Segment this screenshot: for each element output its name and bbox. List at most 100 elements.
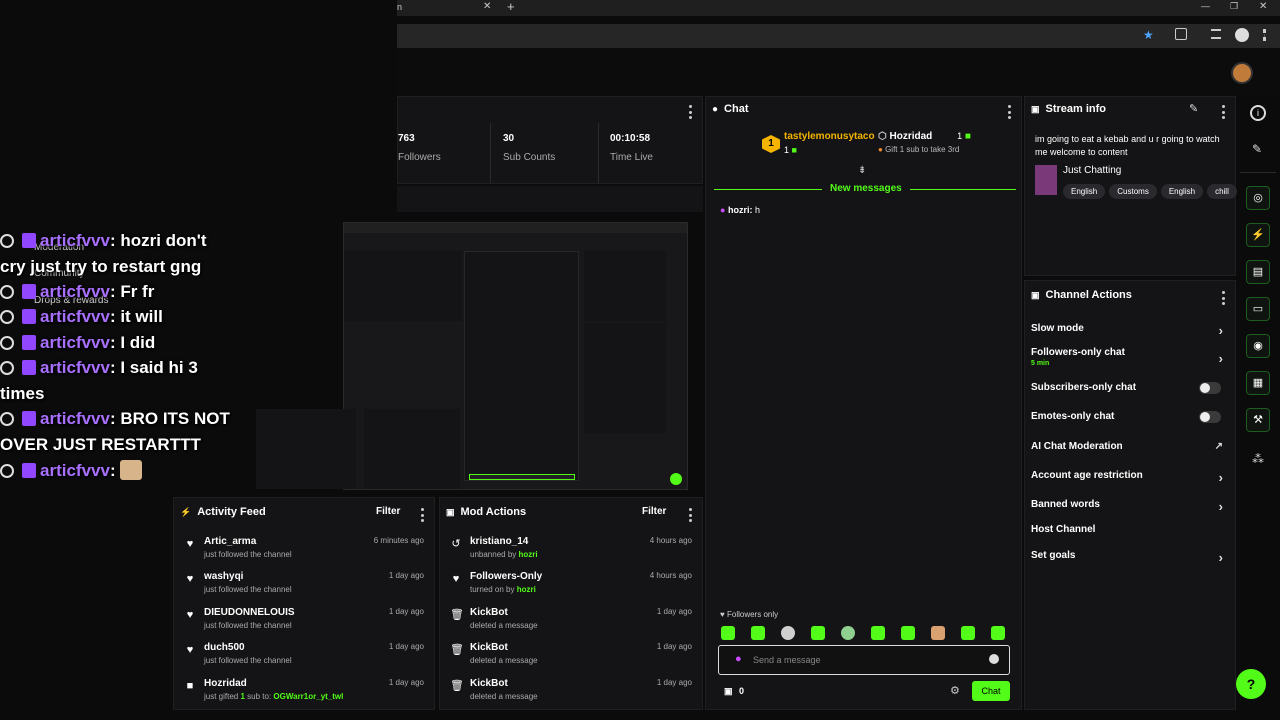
emote-icon[interactable] [961,626,975,640]
chat-menu-icon[interactable] [1007,105,1011,119]
minimize-icon[interactable]: — [1201,1,1210,11]
emoji-icon[interactable] [989,654,999,664]
channel-actions-panel: ▣ Channel Actions Slow mode › Followers-… [1024,280,1236,710]
broadcast-icon[interactable]: ◉ [1246,334,1270,358]
action-followers-only[interactable]: Followers-only chat 5 min › [1025,347,1235,373]
action-subscribers-only[interactable]: Subscribers-only chat [1025,382,1235,408]
action-banned-words[interactable]: Banned words › [1025,499,1235,525]
action-slow-mode[interactable]: Slow mode › [1025,323,1235,349]
feed-user[interactable]: Artic_arma [204,536,256,547]
emote-icon[interactable] [901,626,915,640]
emote-icon[interactable] [781,626,795,640]
close-tab-icon[interactable]: ✕ [483,1,491,12]
lightning-icon[interactable]: ⚡ [1246,223,1270,247]
gift-prefix: just gifted [204,692,239,701]
trash-icon: 🗑 [450,644,464,656]
mod-actor[interactable]: hozri [519,550,538,559]
twitch-icon [22,284,36,299]
integrations-icon[interactable]: ⁂ [1252,452,1264,466]
chat-message-user[interactable]: hozri: [728,205,753,215]
tag[interactable]: chill [1207,184,1237,199]
media-control-icon[interactable] [1211,29,1221,39]
user-avatar[interactable] [1231,62,1253,84]
document-icon[interactable]: ▤ [1246,260,1270,284]
emote-icon[interactable] [721,626,735,640]
subscribers-only-toggle[interactable] [1199,382,1221,394]
gift-target[interactable]: OGWarr1or_yt_twl [273,692,343,701]
bookmark-star-icon[interactable]: ★ [1143,28,1154,42]
mod-target[interactable]: KickBot [470,678,508,689]
shield-icon: ▣ [446,506,455,517]
pencil-icon[interactable]: ✎ [1252,142,1262,156]
action-account-age[interactable]: Account age restriction › [1025,470,1235,496]
expand-leaderboard-icon[interactable]: ⇟ [858,165,866,176]
help-button-icon[interactable]: ? [1236,669,1266,699]
overlay-message: OVER JUST RESTARTTT [0,435,201,455]
feed-user[interactable]: Hozridad [204,678,247,689]
preview-stats [344,251,462,321]
edit-stream-info-icon[interactable]: ✎ [1189,102,1198,115]
mod-event-text: turned on by [470,585,515,594]
emote-icon[interactable] [751,626,765,640]
profile-icon[interactable] [1235,28,1249,42]
leader-badge-icon: ⬡ [878,131,887,142]
mod-target[interactable]: kristiano_14 [470,536,528,547]
chat-input[interactable]: ● Send a message [718,645,1010,675]
browser-menu-icon[interactable] [1263,29,1266,41]
action-host-channel[interactable]: Host Channel [1025,524,1235,550]
layout-icon[interactable]: ▦ [1246,371,1270,395]
feed-user[interactable]: DIEUDONNELOUIS [204,607,295,618]
activity-feed-title: Activity Feed [197,506,266,518]
emote-icon[interactable] [991,626,1005,640]
extensions-icon[interactable] [1175,28,1187,40]
action-emotes-only[interactable]: Emotes-only chat [1025,411,1235,437]
wrench-icon[interactable]: ⚒ [1246,408,1270,432]
chat-settings-icon[interactable]: ⚙ [950,684,960,697]
mod-target[interactable]: KickBot [470,607,508,618]
action-ai-moderation[interactable]: AI Chat Moderation ↗ [1025,441,1235,467]
tab-title[interactable]: n [397,2,402,12]
address-bar[interactable]: ★ [397,24,1280,48]
action-set-goals[interactable]: Set goals › [1025,550,1235,576]
mod-target[interactable]: Followers-Only [470,571,542,582]
info-circle-icon[interactable]: i [1250,105,1266,121]
camera-icon[interactable]: ◎ [1246,186,1270,210]
stats-menu-icon[interactable] [688,105,692,119]
feed-user[interactable]: washyqi [204,571,243,582]
overlay-user: articfvvv [40,333,110,352]
close-window-icon[interactable]: ✕ [1259,1,1267,12]
chat-input-placeholder: Send a message [753,655,821,665]
leader-first-name[interactable]: tastylemonusytaco [784,131,875,142]
channel-actions-menu-icon[interactable] [1221,291,1225,305]
emotes-only-toggle[interactable] [1199,411,1221,423]
activity-filter-button[interactable]: Filter [376,506,400,517]
emote-icon[interactable] [811,626,825,640]
mod-actor[interactable]: hozri [517,585,536,594]
mod-event-text: unbanned by [470,550,517,559]
emote-icon[interactable] [931,626,945,640]
mod-filter-button[interactable]: Filter [642,506,666,517]
mod-menu-icon[interactable] [688,508,692,522]
trash-icon: 🗑 [450,609,464,621]
new-tab-icon[interactable]: + [507,0,515,14]
mod-target[interactable]: KickBot [470,642,508,653]
stream-info-menu-icon[interactable] [1221,105,1225,119]
activity-feed-panel: ⚡ Activity Feed Filter ♥ Artic_arma just… [173,497,435,710]
tag[interactable]: Customs [1109,184,1157,199]
restore-icon[interactable]: ❐ [1230,1,1238,12]
message-icon[interactable]: ▭ [1246,297,1270,321]
emote-icon[interactable] [871,626,885,640]
send-chat-button[interactable]: Chat [972,681,1010,701]
emote-icon[interactable] [841,626,855,640]
mod-icon [0,412,14,426]
category-name[interactable]: Just Chatting [1063,165,1121,176]
gift-hint: ● Gift 1 sub to take 3rd [878,145,959,154]
tag[interactable]: English [1160,184,1204,199]
activity-menu-icon[interactable] [420,508,424,522]
twitch-icon [22,360,36,375]
tag[interactable]: English [1063,184,1106,199]
leader-second[interactable]: ⬡ Hozridad 1 ■ [878,131,971,142]
app-header [397,48,1280,96]
feed-user[interactable]: duch500 [204,642,245,653]
list-item: 🗑 KickBot deleted a message 1 day ago [440,607,702,641]
